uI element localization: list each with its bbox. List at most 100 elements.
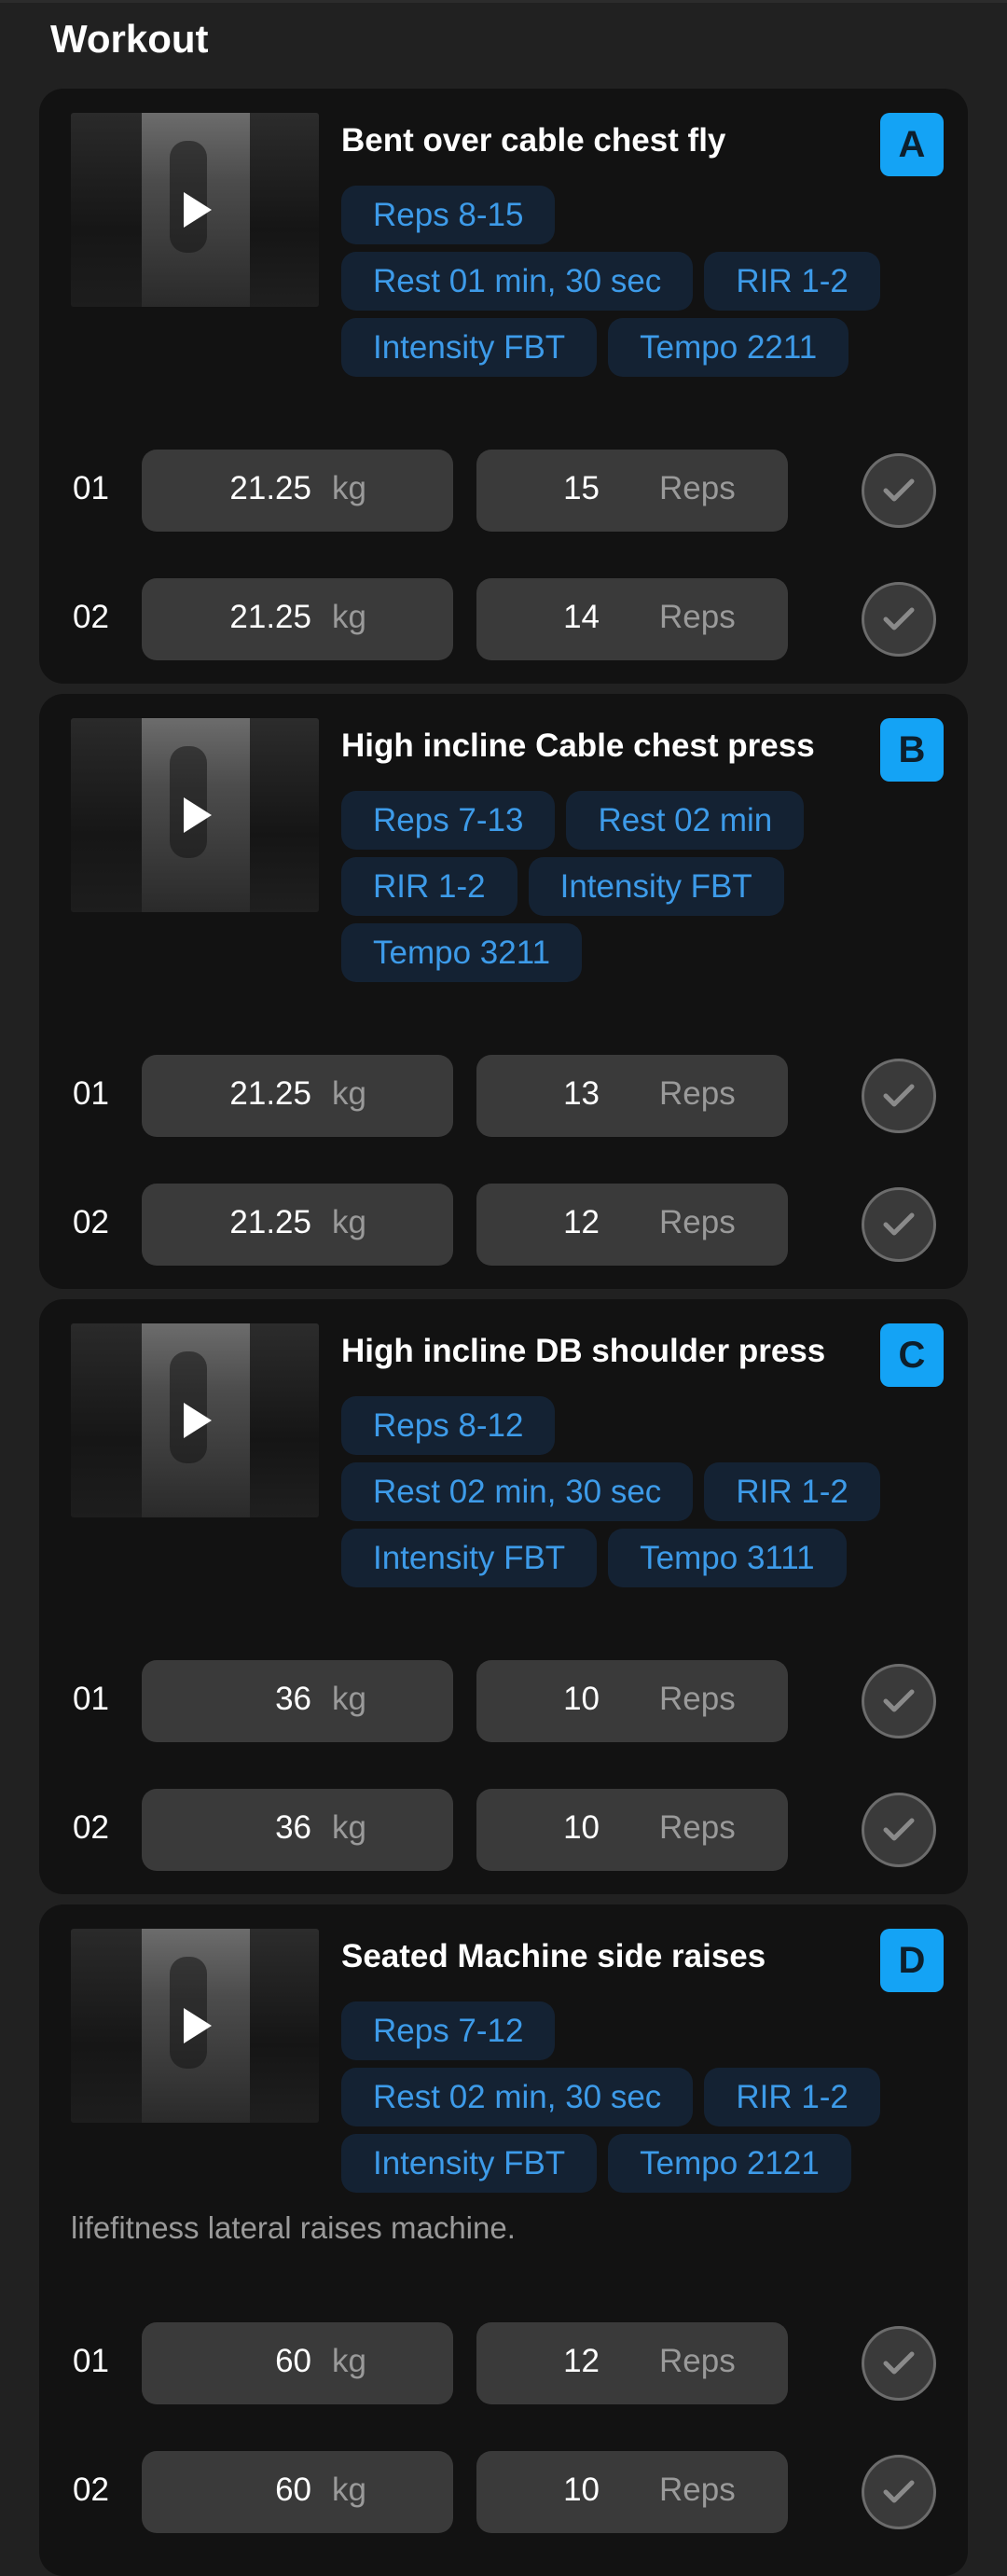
thumbnail-side — [71, 1323, 142, 1517]
set-row: 01 21.25 kg 15 Reps — [39, 450, 968, 532]
reps-input[interactable]: 14 Reps — [476, 578, 788, 660]
exercise-title[interactable]: High incline Cable chest press — [341, 727, 815, 765]
exercise-tag: Intensity FBT — [341, 1529, 598, 1587]
exercise-video-thumbnail[interactable] — [71, 718, 319, 912]
reps-unit: Reps — [659, 2472, 736, 2508]
check-icon — [883, 1084, 915, 1107]
exercise-video-thumbnail[interactable] — [71, 1323, 319, 1517]
exercise-tag: RIR 1-2 — [704, 2068, 880, 2126]
exercise-tags: Reps 7-12 Rest 02 min, 30 sec RIR 1-2 Inten… — [341, 2001, 901, 2193]
complete-set-button[interactable] — [862, 1664, 936, 1738]
reps-unit: Reps — [659, 599, 736, 635]
weight-input[interactable]: 36 kg — [142, 1789, 453, 1871]
play-icon[interactable] — [184, 1403, 212, 1438]
reps-value: 13 — [563, 1075, 600, 1112]
weight-input[interactable]: 21.25 kg — [142, 450, 453, 532]
exercise-tag: Reps 7-12 — [341, 2001, 556, 2060]
weight-input[interactable]: 21.25 kg — [142, 578, 453, 660]
weight-value: 60 — [275, 2472, 311, 2508]
set-number: 01 — [73, 470, 109, 506]
play-icon[interactable] — [184, 2008, 212, 2043]
exercise-video-thumbnail[interactable] — [71, 1929, 319, 2123]
weight-unit: kg — [332, 2343, 366, 2379]
play-icon[interactable] — [184, 797, 212, 833]
reps-unit: Reps — [659, 1681, 736, 1717]
set-row: 01 36 kg 10 Reps — [39, 1660, 968, 1742]
thumbnail-side — [71, 718, 142, 912]
complete-set-button[interactable] — [862, 453, 936, 528]
reps-input[interactable]: 10 Reps — [476, 1789, 788, 1871]
exercise-letter-badge: A — [880, 113, 944, 176]
check-icon — [883, 478, 915, 502]
exercise-letter-badge: C — [880, 1323, 944, 1387]
weight-input[interactable]: 60 kg — [142, 2322, 453, 2404]
status-edge — [0, 0, 1007, 3]
exercise-tag: Rest 02 min — [566, 791, 805, 850]
exercise-title[interactable]: Seated Machine side raises — [341, 1938, 766, 1975]
exercise-tag: Tempo 3211 — [341, 923, 583, 982]
exercise-tag: RIR 1-2 — [704, 252, 880, 311]
weight-value: 36 — [275, 1681, 311, 1717]
exercise-tag: Rest 02 min, 30 sec — [341, 1462, 694, 1521]
weight-value: 21.25 — [229, 599, 311, 635]
complete-set-button[interactable] — [862, 2455, 936, 2529]
exercise-title[interactable]: High incline DB shoulder press — [341, 1333, 825, 1370]
set-number: 01 — [73, 1681, 109, 1717]
thumbnail-side — [250, 1929, 319, 2123]
reps-unit: Reps — [659, 470, 736, 506]
thumbnail-side — [250, 718, 319, 912]
reps-value: 12 — [563, 2343, 600, 2379]
reps-input[interactable]: 12 Reps — [476, 1184, 788, 1266]
reps-input[interactable]: 12 Reps — [476, 2322, 788, 2404]
set-number: 01 — [73, 2343, 109, 2379]
reps-input[interactable]: 13 Reps — [476, 1055, 788, 1137]
exercise-tags: Reps 7-13 Rest 02 min RIR 1-2 Intensity FBT… — [341, 791, 901, 982]
complete-set-button[interactable] — [862, 1187, 936, 1262]
weight-value: 21.25 — [229, 1075, 311, 1112]
complete-set-button[interactable] — [862, 582, 936, 657]
thumbnail-side — [250, 113, 319, 307]
reps-unit: Reps — [659, 2343, 736, 2379]
weight-unit: kg — [332, 2472, 366, 2508]
check-icon — [883, 607, 915, 630]
set-number: 02 — [73, 2472, 109, 2508]
complete-set-button[interactable] — [862, 2326, 936, 2401]
exercise-tag: Tempo 2121 — [608, 2134, 851, 2193]
check-icon — [883, 2351, 915, 2375]
exercise-video-thumbnail[interactable] — [71, 113, 319, 307]
exercise-tag: Intensity FBT — [341, 2134, 598, 2193]
weight-input[interactable]: 60 kg — [142, 2451, 453, 2533]
weight-unit: kg — [332, 1204, 366, 1240]
exercise-note: lifefitness lateral raises machine. — [71, 2210, 516, 2245]
reps-value: 14 — [563, 599, 600, 635]
exercise-tag: Rest 01 min, 30 sec — [341, 252, 694, 311]
exercise-tag: Tempo 2211 — [608, 318, 849, 377]
exercise-title[interactable]: Bent over cable chest fly — [341, 122, 725, 159]
check-icon — [883, 1689, 915, 1712]
exercise-tag: Intensity FBT — [528, 857, 784, 916]
reps-input[interactable]: 15 Reps — [476, 450, 788, 532]
reps-input[interactable]: 10 Reps — [476, 1660, 788, 1742]
complete-set-button[interactable] — [862, 1793, 936, 1867]
reps-input[interactable]: 10 Reps — [476, 2451, 788, 2533]
weight-unit: kg — [332, 1681, 366, 1717]
exercise-tag: Reps 8-12 — [341, 1396, 556, 1455]
exercise-tags: Reps 8-15 Rest 01 min, 30 sec RIR 1-2 Inten… — [341, 186, 901, 377]
complete-set-button[interactable] — [862, 1059, 936, 1133]
set-row: 02 60 kg 10 Reps — [39, 2451, 968, 2533]
reps-value: 12 — [563, 1204, 600, 1240]
reps-value: 15 — [563, 470, 600, 506]
reps-unit: Reps — [659, 1075, 736, 1112]
exercise-card: Seated Machine side raises D Reps 7-12 Re… — [39, 1904, 968, 2576]
weight-input[interactable]: 36 kg — [142, 1660, 453, 1742]
weight-input[interactable]: 21.25 kg — [142, 1055, 453, 1137]
exercise-card: High incline Cable chest press B Reps 7-… — [39, 694, 968, 1289]
set-number: 02 — [73, 1204, 109, 1240]
weight-unit: kg — [332, 470, 366, 506]
play-icon[interactable] — [184, 192, 212, 228]
weight-input[interactable]: 21.25 kg — [142, 1184, 453, 1266]
exercise-tag: Tempo 3111 — [608, 1529, 847, 1587]
thumbnail-side — [71, 113, 142, 307]
exercise-tag: Reps 8-15 — [341, 186, 556, 244]
exercise-letter-badge: B — [880, 718, 944, 782]
